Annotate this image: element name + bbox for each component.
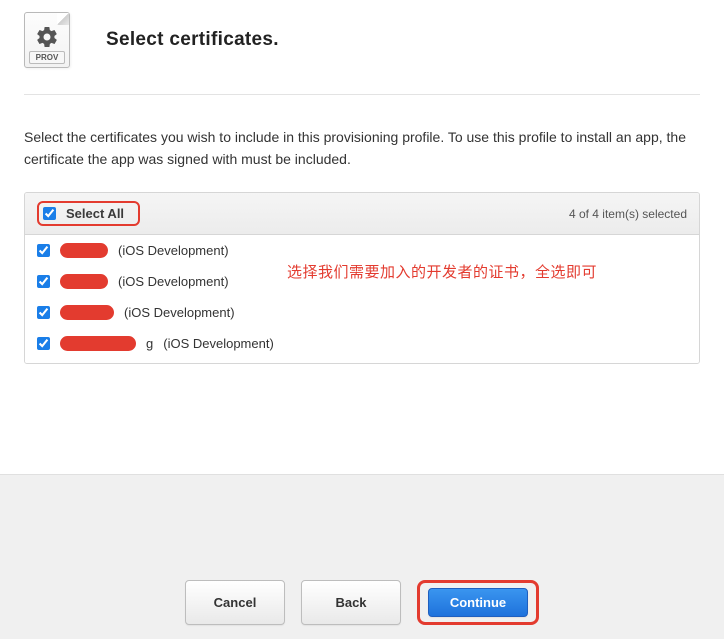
select-all-checkbox[interactable] bbox=[43, 207, 56, 220]
certificate-panel-header: Select All 4 of 4 item(s) selected bbox=[25, 193, 699, 235]
certificate-type-label: (iOS Development) bbox=[118, 274, 229, 289]
certificate-checkbox[interactable] bbox=[37, 275, 50, 288]
certificate-type-label: (iOS Development) bbox=[163, 336, 274, 351]
cancel-button[interactable]: Cancel bbox=[185, 580, 285, 625]
selection-count-label: 4 of 4 item(s) selected bbox=[569, 207, 687, 221]
certificate-row[interactable]: g (iOS Development) bbox=[25, 328, 699, 359]
header: PROV Select certificates. bbox=[24, 12, 700, 95]
redacted-name bbox=[60, 274, 108, 289]
certificate-partial-letter: g bbox=[146, 336, 153, 351]
redacted-name bbox=[60, 336, 136, 351]
certificate-row[interactable]: (iOS Development) bbox=[25, 297, 699, 328]
redacted-name bbox=[60, 243, 108, 258]
continue-button[interactable]: Continue bbox=[428, 588, 528, 617]
button-row: Cancel Back Continue bbox=[0, 580, 724, 625]
continue-highlight: Continue bbox=[417, 580, 539, 625]
back-button[interactable]: Back bbox=[301, 580, 401, 625]
annotation-text: 选择我们需要加入的开发者的证书，全选即可 bbox=[287, 261, 597, 282]
footer-bar: Cancel Back Continue bbox=[0, 474, 724, 639]
provisioning-profile-icon: PROV bbox=[24, 12, 70, 68]
certificate-checkbox[interactable] bbox=[37, 244, 50, 257]
page-title: Select certificates. bbox=[106, 29, 279, 51]
certificate-type-label: (iOS Development) bbox=[118, 243, 229, 258]
certificate-checkbox[interactable] bbox=[37, 306, 50, 319]
select-all-label: Select All bbox=[66, 206, 124, 221]
certificate-list: (iOS Development) (iOS Development) (iOS… bbox=[25, 235, 699, 363]
select-all-highlight: Select All bbox=[37, 201, 140, 226]
certificate-type-label: (iOS Development) bbox=[124, 305, 235, 320]
instructions-text: Select the certificates you wish to incl… bbox=[24, 95, 700, 192]
certificate-checkbox[interactable] bbox=[37, 337, 50, 350]
gear-icon bbox=[25, 25, 69, 49]
redacted-name bbox=[60, 305, 114, 320]
prov-icon-tag: PROV bbox=[29, 51, 65, 64]
certificate-panel: Select All 4 of 4 item(s) selected (iOS … bbox=[24, 192, 700, 364]
